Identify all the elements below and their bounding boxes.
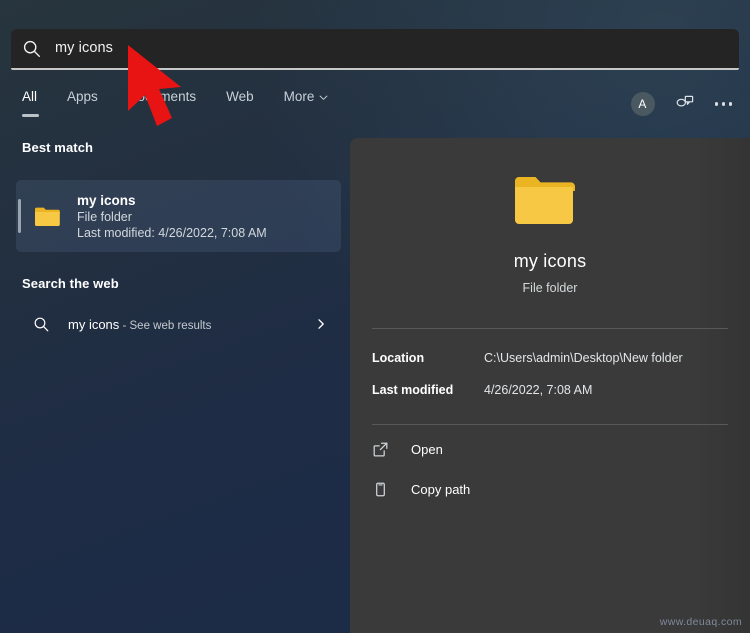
tab-web[interactable]: Web — [224, 88, 256, 104]
filter-tabs: All Apps Documents Web More — [20, 88, 330, 122]
tab-all-label: All — [22, 89, 38, 104]
search-input-value: my icons — [55, 40, 114, 57]
detail-row-last-modified: Last modified 4/26/2022, 7:08 AM — [372, 380, 732, 400]
preview-panel: my icons File folder Location C:\Users\a… — [350, 138, 750, 633]
detail-value: 4/26/2022, 7:08 AM — [484, 383, 593, 397]
web-search-suffix: - See web results — [119, 319, 212, 332]
selection-accent-bar — [18, 199, 21, 233]
tab-more[interactable]: More — [282, 88, 331, 104]
open-action[interactable]: Open — [372, 436, 732, 462]
web-search-query: my icons — [68, 316, 120, 332]
more-options-button[interactable] — [714, 94, 732, 114]
folder-icon — [35, 207, 60, 226]
tab-more-label: More — [283, 89, 315, 104]
search-input[interactable]: my icons — [11, 29, 739, 70]
top-right-controls: A — [630, 92, 732, 116]
tab-all[interactable]: All — [20, 88, 40, 117]
preview-title: my icons — [513, 251, 587, 271]
tab-apps-label: Apps — [67, 89, 98, 104]
chevron-down-icon — [319, 95, 328, 100]
best-match-title: my icons — [77, 192, 136, 208]
tab-web-label: Web — [226, 89, 254, 104]
best-match-text: my icons File folder Last modified: 4/26… — [77, 193, 267, 240]
avatar[interactable]: A — [630, 92, 655, 116]
search-icon — [34, 317, 49, 331]
ellipsis-dot — [728, 102, 732, 106]
web-search-result[interactable]: my icons - See web results — [16, 303, 341, 345]
copy-icon — [376, 482, 385, 496]
chevron-right-icon[interactable] — [315, 318, 327, 330]
best-match-result[interactable]: my icons File folder Last modified: 4/26… — [16, 180, 341, 252]
detail-row-location: Location C:\Users\admin\Desktop\New fold… — [372, 348, 732, 368]
tab-apps[interactable]: Apps — [65, 88, 100, 104]
tab-documents[interactable]: Documents — [126, 88, 198, 104]
open-external-icon — [373, 442, 388, 457]
best-match-heading: Best match — [22, 140, 94, 155]
detail-label: Last modified — [372, 383, 454, 397]
search-web-heading: Search the web — [22, 276, 119, 291]
windows-search-flyout: my icons All Apps Documents Web More A B… — [0, 0, 750, 633]
watermark: www.deuaq.com — [659, 616, 742, 628]
web-search-label: my icons - See web results — [68, 317, 211, 332]
results-column: Best match my icons File folder Last mod… — [0, 140, 350, 633]
copy-path-action-label: Copy path — [411, 481, 471, 497]
avatar-initial: A — [638, 97, 647, 111]
ellipsis-dot — [714, 102, 718, 106]
search-icon — [23, 40, 40, 57]
best-match-modified: Last modified: 4/26/2022, 7:08 AM — [77, 225, 267, 240]
search-bar-container: my icons — [11, 29, 739, 70]
detail-value: C:\Users\admin\Desktop\New folder — [484, 351, 683, 365]
best-match-subtitle: File folder — [77, 209, 132, 224]
detail-label: Location — [372, 351, 425, 365]
divider — [372, 424, 728, 425]
folder-icon — [515, 177, 575, 224]
open-action-label: Open — [411, 441, 443, 457]
preview-subtitle: File folder — [522, 281, 578, 295]
tab-documents-label: Documents — [127, 89, 197, 104]
copy-path-action[interactable]: Copy path — [372, 476, 732, 502]
divider — [372, 328, 728, 329]
feedback-icon[interactable] — [675, 94, 695, 114]
ellipsis-dot — [721, 102, 725, 106]
